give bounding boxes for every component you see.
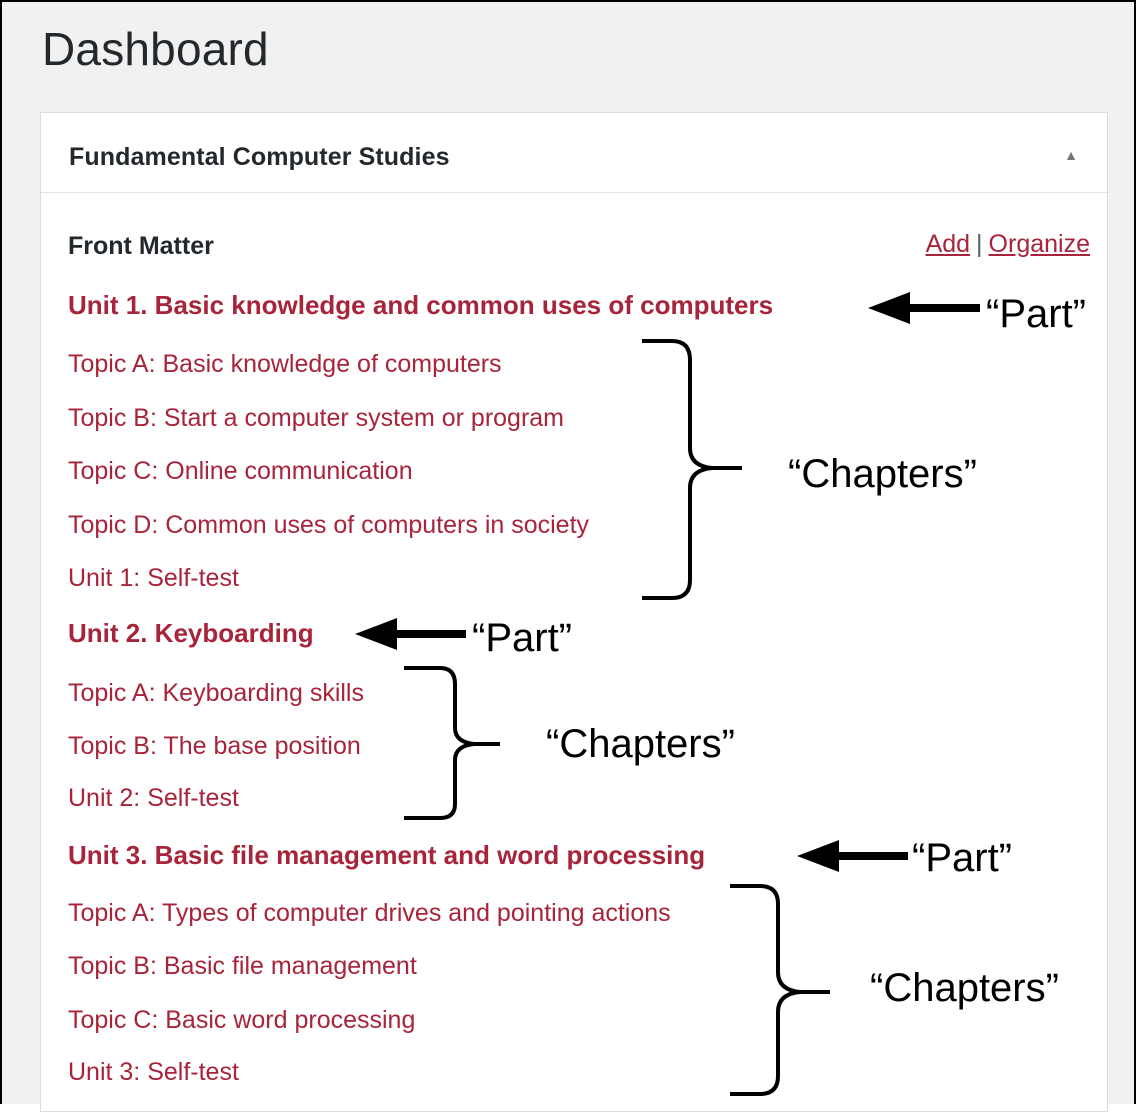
part-link-unit-2[interactable]: Unit 2. Keyboarding	[68, 618, 314, 649]
chapter-link[interactable]: Topic A: Basic knowledge of computers	[68, 350, 502, 379]
part-annotation-label: “Part”	[472, 616, 572, 660]
chapter-link[interactable]: Topic D: Common uses of computers in soc…	[68, 511, 589, 540]
organize-link[interactable]: Organize	[989, 230, 1090, 258]
part-link-unit-3[interactable]: Unit 3. Basic file management and word p…	[68, 840, 705, 871]
page-title: Dashboard	[42, 23, 269, 75]
chapters-annotation-label: “Chapters”	[546, 722, 735, 766]
chapter-link[interactable]: Unit 1: Self-test	[68, 564, 239, 593]
part-annotation-label: “Part”	[986, 292, 1086, 336]
chapter-link[interactable]: Topic B: Basic file management	[68, 952, 417, 981]
actions-separator: |	[976, 230, 983, 258]
chapters-annotation-label: “Chapters”	[788, 452, 977, 496]
chapter-link[interactable]: Topic A: Types of computer drives and po…	[68, 899, 671, 928]
front-matter-heading: Front Matter	[68, 232, 214, 260]
chapter-link[interactable]: Unit 2: Self-test	[68, 784, 239, 813]
panel-title: Fundamental Computer Studies	[69, 143, 450, 171]
part-link-unit-1[interactable]: Unit 1. Basic knowledge and common uses …	[68, 290, 773, 321]
chapter-link[interactable]: Topic B: The base position	[68, 732, 361, 761]
collapse-triangle-icon[interactable]: ▲	[1057, 143, 1085, 167]
chapters-annotation-label: “Chapters”	[870, 966, 1059, 1010]
front-matter-actions: Add | Organize	[926, 230, 1090, 259]
add-link[interactable]: Add	[926, 230, 970, 258]
chapter-link[interactable]: Unit 3: Self-test	[68, 1058, 239, 1087]
part-annotation-label: “Part”	[912, 836, 1012, 880]
chapter-link[interactable]: Topic C: Online communication	[68, 457, 413, 486]
chapter-link[interactable]: Topic A: Keyboarding skills	[68, 679, 364, 708]
chapter-link[interactable]: Topic C: Basic word processing	[68, 1006, 415, 1035]
chapter-link[interactable]: Topic B: Start a computer system or prog…	[68, 404, 564, 433]
panel-header[interactable]: Fundamental Computer Studies ▲	[41, 113, 1107, 193]
